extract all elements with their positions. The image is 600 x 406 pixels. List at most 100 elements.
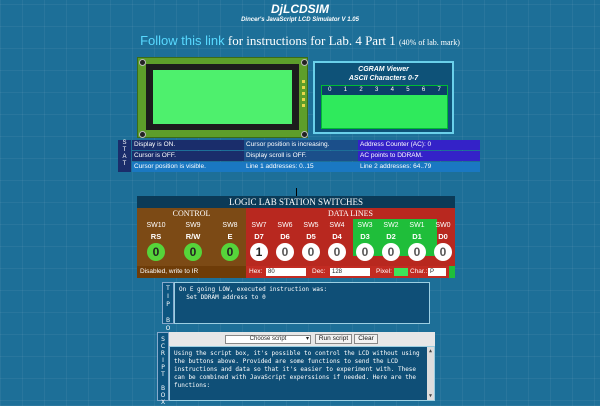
status-cell: Cursor position is increasing. <box>244 140 358 150</box>
instructions-text: for instructions for Lab. 4 Part 1 <box>224 33 400 48</box>
cgram-index: 7 <box>437 87 441 93</box>
pin-label: R/W <box>185 232 201 241</box>
switch-d7-button[interactable]: 1 <box>250 243 268 261</box>
cgram-index: 6 <box>421 87 426 93</box>
mouse-cursor-icon <box>296 188 297 196</box>
pin-label: D1 <box>412 232 422 241</box>
pin-label: D4 <box>332 232 342 241</box>
control-title: CONTROL <box>172 209 211 218</box>
switch-d3-button[interactable]: 0 <box>356 243 374 261</box>
script-textarea[interactable]: Using the script box, it's possible to c… <box>169 346 435 401</box>
pin-label: D3 <box>360 232 370 241</box>
switch-label: SW0 <box>435 222 451 229</box>
mount-hole <box>139 59 146 66</box>
switch-rw-button[interactable]: 0 <box>184 243 202 261</box>
lcd-pin <box>302 80 305 83</box>
pin-label: E <box>227 232 233 241</box>
switch-label: SW2 <box>383 222 399 229</box>
cgram-title: CGRAM Viewer <box>358 66 409 73</box>
status-row: Cursor position is visible. Line 1 addre… <box>132 162 480 172</box>
data-info-bar: Hex: 80 Dec: 128 Pixel: Char.: P <box>246 266 455 278</box>
status-cell: Line 1 addresses: 0..15 <box>244 162 358 172</box>
tip-box-text: On E going LOW, executed instruction was… <box>174 282 430 324</box>
switch-label: SW4 <box>329 222 345 229</box>
lcd-pin <box>302 92 305 95</box>
switch-label: SW9 <box>185 222 201 229</box>
clear-button[interactable]: Clear <box>354 334 378 344</box>
mount-hole <box>301 131 308 138</box>
script-scrollbar[interactable] <box>427 347 434 400</box>
char-label: Char.: <box>410 268 428 275</box>
cgram-subtitle: ASCII Characters 0-7 <box>348 75 419 82</box>
switch-label: SW6 <box>277 222 293 229</box>
script-select[interactable]: Choose script <box>225 335 311 344</box>
switch-d5-button[interactable]: 0 <box>302 243 320 261</box>
cgram-grid: 0 1 2 3 4 5 6 7 <box>321 85 448 129</box>
instructions-line: Follow this link for instructions for La… <box>0 33 600 49</box>
status-cell: Line 2 addresses: 64..79 <box>358 162 480 172</box>
pin-label: D2 <box>386 232 396 241</box>
script-box: SCRIPTBOX Choose script Run script Clear… <box>157 332 435 406</box>
mount-hole <box>301 59 308 66</box>
cgram-index: 1 <box>343 87 348 93</box>
switch-label: SW10 <box>146 222 166 229</box>
cgram-viewer: CGRAM Viewer ASCII Characters 0-7 0 1 2 … <box>313 61 454 134</box>
status-tab: STAT <box>118 140 131 172</box>
switch-d4-button[interactable]: 0 <box>328 243 346 261</box>
lcd-pin <box>302 98 305 101</box>
instructions-link[interactable]: Follow this link <box>140 33 225 48</box>
dec-label: Dec: <box>312 268 326 275</box>
logic-lab-title: LOGIC LAB STATION SWITCHES <box>137 196 455 208</box>
lcd-pin <box>302 86 305 89</box>
switch-label: SW7 <box>251 222 267 229</box>
hex-label: Hex: <box>249 268 263 275</box>
switch-label: SW8 <box>222 222 238 229</box>
cgram-index: 5 <box>406 87 410 93</box>
mount-hole <box>139 131 146 138</box>
script-text: Using the script box, it's possible to c… <box>174 350 420 389</box>
status-panel: STAT Display is ON. Cursor position is i… <box>118 140 480 172</box>
lcd-display-board <box>137 57 308 138</box>
app-subtitle: Dincer's JavaScript LCD Simulator V 1.05 <box>241 17 359 23</box>
switch-e-button[interactable]: 0 <box>221 243 239 261</box>
lcd-pin <box>302 104 305 107</box>
switch-label: SW1 <box>409 222 425 229</box>
switch-d2-button[interactable]: 0 <box>382 243 400 261</box>
status-cell: AC points to DDRAM. <box>358 151 480 161</box>
cgram-index: 2 <box>359 87 363 93</box>
pin-label: D0 <box>438 232 448 241</box>
status-cell: Address Counter (AC): 0 <box>358 140 480 150</box>
cgram-index-row: 0 1 2 3 4 5 6 7 <box>322 86 447 95</box>
tip-box-tab: TIPBOX <box>162 282 174 340</box>
run-script-button[interactable]: Run script <box>315 334 352 344</box>
script-toolbar: Choose script Run script Clear <box>169 332 435 346</box>
pin-label: D7 <box>254 232 264 241</box>
status-row: Cursor is OFF. Display scroll is OFF. AC… <box>132 151 480 161</box>
logic-lab-panel: LOGIC LAB STATION SWITCHES CONTROL SW10 … <box>137 196 455 278</box>
status-indicator <box>449 266 455 278</box>
switch-label: SW5 <box>303 222 319 229</box>
switch-d1-button[interactable]: 0 <box>408 243 426 261</box>
status-cell: Display is ON. <box>132 140 244 150</box>
pin-label: RS <box>150 232 162 241</box>
status-cell: Cursor position is visible. <box>132 162 244 172</box>
tip-box: TIPBOX On E going LOW, executed instruct… <box>162 282 430 340</box>
switch-d6-button[interactable]: 0 <box>276 243 294 261</box>
pixel-swatch <box>394 268 408 276</box>
pixel-label: Pixel: <box>376 268 392 275</box>
switch-rs-button[interactable]: 0 <box>147 243 165 261</box>
cgram-index: 4 <box>390 87 394 93</box>
pin-label: D6 <box>280 232 290 241</box>
dec-value: 128 <box>330 268 370 276</box>
switch-label: SW3 <box>357 222 373 229</box>
instructions-note: (40% of lab. mark) <box>399 38 460 47</box>
status-row: Display is ON. Cursor position is increa… <box>132 140 480 150</box>
status-cell: Cursor is OFF. <box>132 151 244 161</box>
script-box-tab: SCRIPTBOX <box>157 332 169 406</box>
app-title: DjLCDSIM <box>271 2 329 16</box>
pin-label: D5 <box>306 232 316 241</box>
switch-d0-button[interactable]: 0 <box>434 243 452 261</box>
lcd-screen <box>153 70 292 124</box>
control-status: Disabled, write to IR <box>137 266 246 278</box>
char-value: P <box>428 268 446 276</box>
